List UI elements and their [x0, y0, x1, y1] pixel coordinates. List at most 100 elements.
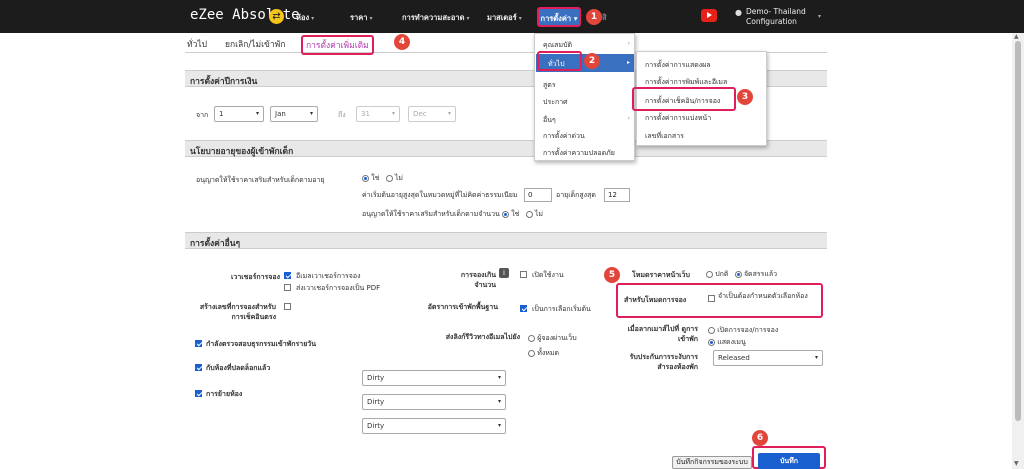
reservation-mode-checkbox[interactable] — [708, 295, 715, 302]
radio-count-yes[interactable] — [502, 210, 510, 218]
submenu-pagination-settings[interactable]: การตั้งค่าการแบ่งหน้า — [645, 113, 711, 124]
radio-website-normal-label: ปกติ — [715, 270, 729, 278]
room-move-label: การย้ายห้อง — [206, 390, 243, 398]
step-marker-3: 3 — [737, 89, 753, 105]
unlock-label: กับห้องที่ปลดล็อกแล้ว — [206, 364, 271, 372]
scroll-thumb[interactable] — [1015, 41, 1021, 421]
dirty-select-3[interactable]: Dirty ▾ — [362, 418, 506, 434]
radio-hover-open[interactable] — [708, 326, 715, 334]
nav-housekeeping[interactable]: การทำความสะอาด ▾ — [402, 12, 470, 24]
system-activity-button[interactable]: บันทึกกิจกรรมของระบบ — [672, 456, 752, 469]
overbook-value: เปิดใช้งาน — [532, 271, 564, 279]
menu-item-others[interactable]: อื่นๆ — [543, 115, 556, 126]
website-mode-radio-group: ปกติ จัดสรรแล้ว — [706, 269, 777, 280]
radio-website-discount[interactable] — [734, 270, 742, 278]
room-move-checkbox[interactable] — [195, 390, 202, 397]
overbook-label: การจองเกินจำนวน — [460, 271, 496, 289]
menu-item-notice[interactable]: ประกาศ — [543, 97, 568, 108]
radio-no[interactable] — [385, 174, 393, 182]
reservation-mode-label: สำหรับโหมดการจอง — [624, 296, 687, 304]
other-settings-header: การตั้งค่าอื่นๆ — [185, 232, 827, 249]
send-review-label: ส่งลิงก์รีวิวทางอีเมลไปยัง — [445, 333, 520, 341]
radio-count-no-label: ไม่ — [534, 210, 544, 218]
user-menu[interactable]: Demo- Thailand Configuration — [746, 7, 806, 27]
scroll-up-icon[interactable]: ▲ — [1014, 33, 1019, 40]
radio-hover-open-label: เปิดการจอง/การจอง — [717, 326, 779, 334]
chevron-right-icon: › — [627, 40, 630, 47]
radio-review-all-label: ทั้งหมด — [537, 349, 560, 357]
menu-item-quick-settings[interactable]: การตั้งค่าด่วน — [543, 131, 585, 142]
from-month-select[interactable]: Jan ▾ — [270, 106, 318, 122]
radio-count-yes-label: ใช่ — [511, 210, 520, 218]
vertical-scrollbar[interactable]: ▲ ▼ — [1012, 33, 1024, 469]
radio-review-guest-label: ผู้จองผ่านเว็บ — [537, 334, 577, 342]
highlight-general — [537, 51, 582, 71]
max-age-input[interactable]: 0 — [524, 188, 552, 202]
step-marker-6: 6 — [752, 430, 768, 446]
radio-review-guest[interactable] — [528, 334, 535, 342]
to-day-select[interactable]: 31 ▾ — [356, 106, 400, 122]
step-marker-1: 1 — [586, 9, 602, 25]
tab-cancel-noshow[interactable]: ยกเลิก/ไม่เข้าพัก — [225, 37, 285, 51]
guarantee-hold-label: รับประกันการระงับการสำรองห้องพัก — [629, 353, 698, 371]
dirty-select-1[interactable]: Dirty ▾ — [362, 370, 506, 386]
audit-label: กำลังตรวจสอบธุรกรรมเข้าพักรายวัน — [206, 340, 317, 348]
scroll-down-icon[interactable]: ▼ — [1014, 460, 1019, 467]
send-review-guest-option: ผู้จองผ่านเว็บ — [528, 333, 577, 344]
overbook-checkbox[interactable] — [520, 271, 527, 278]
booking-number-label: สร้างเลขที่การจองสำหรับการเช็คอินตรง — [199, 303, 276, 321]
menu-item-features[interactable]: คุณสมบัติ — [543, 40, 572, 51]
radio-website-normal[interactable] — [706, 270, 713, 278]
voucher-pdf-checkbox[interactable] — [284, 284, 291, 291]
from-day-select[interactable]: 1 ▾ — [214, 106, 264, 122]
radio-review-all[interactable] — [528, 349, 535, 357]
dirty-select-2[interactable]: Dirty ▾ — [362, 394, 506, 410]
nav-settings[interactable]: การตั้งค่า ▾ — [537, 7, 581, 27]
nav-rates[interactable]: ราคา ▾ — [350, 12, 372, 24]
menu-item-security[interactable]: การตั้งค่าความปลอดภัย — [543, 148, 615, 159]
radio-count-no[interactable] — [525, 210, 533, 218]
allow-by-count-label: อนุญาตให้ใช้ราคาเสริมสำหรับเด็กตามจำนวน — [362, 210, 500, 218]
user-icon: ● — [735, 8, 742, 17]
nav-rooms[interactable]: ห้อง ▾ — [296, 12, 314, 24]
tab-additional-settings[interactable]: การตั้งค่าเพิ่มเติม — [301, 35, 374, 55]
info-icon[interactable]: i — [499, 268, 509, 278]
shuffle-icon[interactable]: ⇄ — [269, 9, 284, 24]
submenu-display-settings[interactable]: การตั้งค่าการแสดงผล — [645, 60, 711, 71]
hover-show-menu-option: แสดงเมนู — [708, 337, 746, 348]
submenu-document-numbers[interactable]: เลขที่เอกสาร — [645, 131, 684, 142]
radio-hover-menu[interactable] — [708, 338, 715, 346]
to-month-select[interactable]: Dec ▾ — [408, 106, 456, 122]
save-button[interactable]: บันทึก — [758, 453, 820, 469]
menu-item-formula[interactable]: สูตร — [543, 80, 556, 91]
radio-hover-menu-label: แสดงเมนู — [717, 338, 746, 346]
radio-website-discount-label: จัดสรรแล้ว — [743, 270, 778, 278]
from-label: จาก — [196, 111, 209, 119]
tab-general[interactable]: ทั่วไป — [187, 37, 207, 51]
checkin-rate-checkbox[interactable] — [520, 305, 527, 312]
audit-checkbox[interactable] — [195, 340, 202, 347]
send-review-all-option: ทั้งหมด — [528, 348, 559, 359]
allow-child-extra-label: อนุญาตให้ใช้ราคาเสริมสำหรับเด็กตามอายุ — [196, 176, 325, 184]
radio-no-label: ไม่ — [394, 174, 404, 182]
nav-hidden-item[interactable]: สิ — [602, 12, 607, 24]
unlock-checkbox[interactable] — [195, 364, 202, 371]
voucher-email-checkbox[interactable] — [284, 272, 291, 279]
voucher-email-label: อีเมลเวาเชอร์การจอง — [296, 272, 361, 280]
child-age-radio-group: ใช่ ไม่ — [362, 173, 403, 184]
radio-yes[interactable] — [362, 174, 369, 182]
chevron-right-icon: ▸ — [626, 59, 630, 66]
top-navbar: eZee Absolute ⇄ ห้อง ▾ ราคา ▾ การทำความสะอ… — [0, 0, 1024, 33]
nav-masters[interactable]: มาสเตอร์ ▾ — [487, 12, 522, 24]
booking-number-checkbox[interactable] — [284, 303, 291, 310]
to-label: ถึง — [338, 111, 346, 119]
guarantee-hold-select[interactable]: Released ▾ — [713, 350, 823, 366]
allow-by-count-group: อนุญาตให้ใช้ราคาเสริมสำหรับเด็กตามจำนวน … — [362, 209, 543, 220]
youtube-icon[interactable] — [701, 9, 717, 22]
voucher-pdf-label: ส่งเวาเชอร์การจองเป็น PDF — [296, 284, 381, 292]
child-max-age-label: อายุเด็กสูงสุด — [556, 191, 596, 199]
max-age-label: ค่าเริ่มต้นอายุสูงสุดในหมวดหมู่ที่ไม่คิด… — [362, 191, 518, 199]
step-marker-4: 4 — [394, 34, 410, 50]
child-max-age-input[interactable]: 12 — [604, 188, 630, 202]
user-name: Demo- Thailand — [746, 7, 806, 16]
